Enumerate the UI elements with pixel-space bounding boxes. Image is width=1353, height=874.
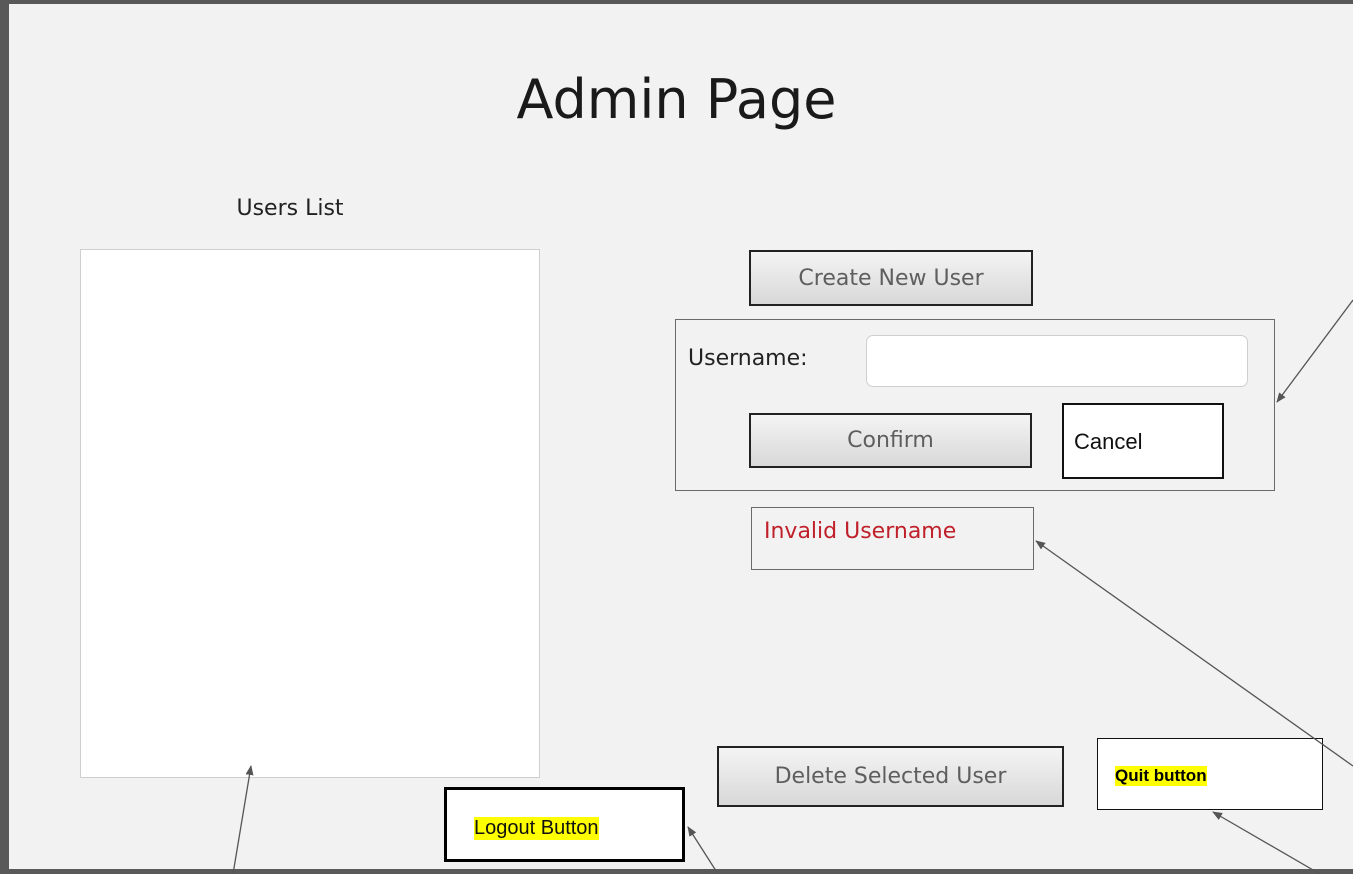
- arrow-to-error: [1035, 540, 1353, 767]
- arrow-to-form: [1276, 299, 1353, 403]
- arrow-to-quit: [1212, 811, 1321, 874]
- arrow-to-logout: [687, 826, 719, 874]
- arrow-to-users-list: [232, 765, 254, 874]
- annotation-arrows: [232, 299, 1353, 874]
